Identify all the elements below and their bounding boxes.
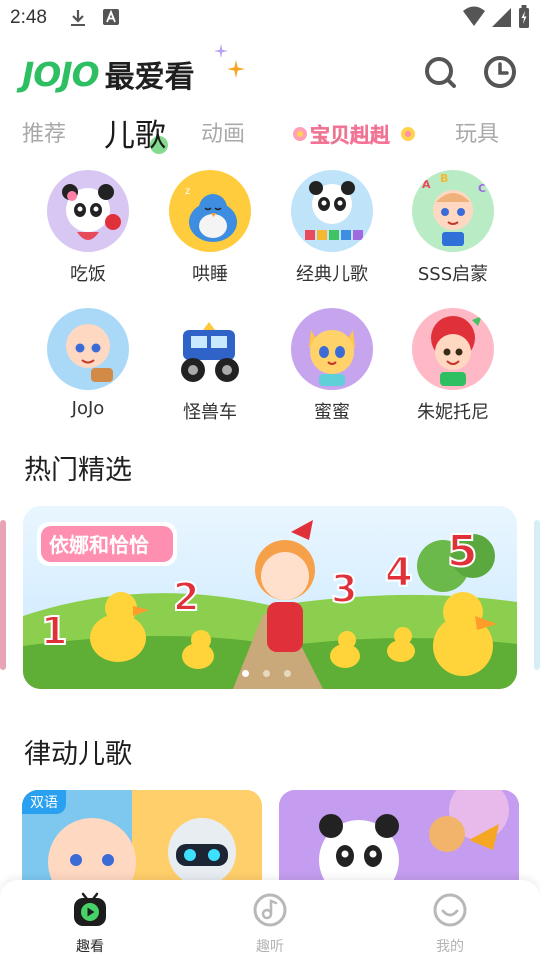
history-clock-icon[interactable] [482,54,518,90]
category-avatar: z [169,170,251,252]
svg-text:z: z [185,186,190,197]
smiley-profile-icon [433,893,467,927]
tab-baby-jiujiu-label: 宝贝赳赳 [310,123,391,148]
category-classic-songs[interactable]: 经典儿歌 [272,170,392,300]
banner-number: 4 [385,550,413,596]
category-tabs: 推荐 儿歌 动画 宝贝赳赳 玩具 [0,106,540,158]
sleeping-penguin-illustration: z [185,186,237,242]
tab-baby-jiujiu[interactable]: 宝贝赳赳 [292,116,420,150]
pagination-dot[interactable] [263,670,270,677]
nav-label: 我的 [436,939,464,955]
logo-title: 最爱看 [104,60,195,95]
tab-recommend[interactable]: 推荐 [22,116,66,148]
nav-watch[interactable]: 趣看 [40,888,140,958]
tab-animation[interactable]: 动画 [201,116,245,148]
category-avatar [47,170,129,252]
featured-banner[interactable]: 依娜和恰恰 1 2 3 4 5 [23,506,517,689]
category-jojo[interactable]: JoJo [28,308,148,438]
jojo-baby-illustration [66,324,113,382]
wifi-icon [463,6,485,26]
mimi-cat-illustration [309,330,355,386]
category-label: 怪兽车 [183,402,237,423]
banner-illustration: 依娜和恰恰 1 2 3 4 5 [23,506,517,689]
baby-letters-illustration: A B C [422,172,486,246]
banner-prev-peek [0,520,6,670]
flower-icon [401,127,415,141]
battery-icon [519,5,529,28]
category-avatar [169,308,251,390]
category-avatar [291,308,373,390]
banner-number: 3 [331,567,357,611]
music-disc-icon [253,893,287,927]
banner-number: 5 [447,526,478,577]
sparkle-icon [227,60,245,78]
status-bar: 2:48 [0,0,540,36]
category-avatar [412,308,494,390]
nav-listen[interactable]: 趣听 [220,888,320,958]
app-logo: JOJO 最爱看 [22,54,195,96]
nav-label: 趣听 [256,939,284,955]
banner-pagination [242,670,291,677]
category-juni-tony[interactable]: 朱妮托尼 [393,308,513,438]
category-sleeping[interactable]: z 哄睡 [150,170,270,300]
category-monster-truck[interactable]: 怪兽车 [150,308,270,438]
banner-number: 2 [173,575,199,619]
category-label: JoJo [71,398,105,419]
category-eating[interactable]: 吃饭 [28,170,148,300]
banner-next-peek [534,520,540,670]
tv-play-icon [74,892,106,926]
category-label: 哄睡 [192,264,228,285]
nav-label: 趣看 [76,939,104,955]
status-time: 2:48 [10,7,47,28]
category-avatar [47,308,129,390]
svg-text:C: C [478,182,486,195]
category-label: 朱妮托尼 [417,402,489,423]
pagination-dot[interactable] [284,670,291,677]
notification-app-icon [103,9,119,25]
pagination-dot[interactable] [242,670,249,677]
svg-text:B: B [440,172,448,185]
banner-number: 1 [41,609,67,653]
bottom-navigation: 趣看 趣听 我的 [0,880,540,960]
app-header: JOJO 最爱看 [0,40,540,104]
search-icon[interactable] [422,54,458,90]
sparkle-icon [214,44,228,58]
monster-truck-illustration [181,322,239,382]
category-avatar [291,170,373,252]
category-label: 吃饭 [70,264,106,285]
flower-icon [293,127,307,141]
juni-tony-illustration [431,316,482,386]
svg-text:A: A [422,178,431,191]
video-thumbnail [279,790,519,890]
panda-xylophone-illustration [305,181,363,240]
category-label: SSS启蒙 [417,264,489,285]
video-card[interactable] [279,790,519,890]
video-card[interactable]: 双语 [22,790,262,890]
panda-girl-illustration [62,184,121,240]
section-title-rhythm: 律动儿歌 [24,739,132,770]
category-mimi[interactable]: 蜜蜜 [272,308,392,438]
cellular-signal-icon [492,8,511,27]
category-label: 经典儿歌 [296,264,368,285]
section-title-hot: 热门精选 [24,455,132,486]
category-sss-enlighten[interactable]: A B C SSS启蒙 [393,170,513,300]
download-icon [71,10,85,26]
logo-wordmark: JOJO [22,54,100,94]
category-label: 蜜蜜 [314,402,350,423]
banner-title-art: 依娜和恰恰 [49,533,149,557]
bilingual-badge: 双语 [22,790,66,814]
tab-nursery-rhymes[interactable]: 儿歌 [104,110,166,155]
nav-mine[interactable]: 我的 [400,888,500,958]
category-avatar: A B C [412,170,494,252]
tab-toys[interactable]: 玩具 [455,116,499,148]
